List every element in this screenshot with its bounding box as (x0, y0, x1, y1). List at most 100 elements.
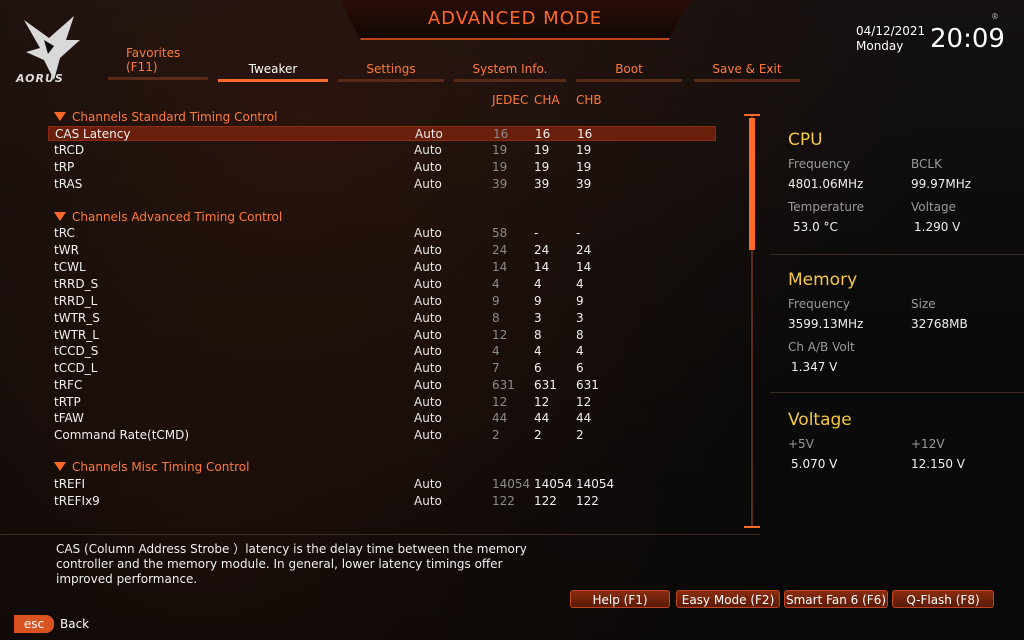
row-setting[interactable]: Auto (414, 378, 442, 393)
tab-favorites[interactable]: Favorites (F11) (108, 46, 208, 80)
row-cha: 6 (534, 361, 542, 375)
cpu-voltage-label: Voltage (911, 200, 957, 214)
row-name: tRRD_L (54, 294, 98, 308)
panel-divider (770, 254, 1024, 255)
esc-key-icon[interactable]: esc (14, 615, 54, 633)
row-jedec: 7 (492, 361, 500, 375)
tab-boot[interactable]: Boot (576, 62, 682, 82)
row-jedec: 12 (492, 395, 508, 409)
timing-row[interactable]: tREFI Auto 14054 14054 14054 (48, 477, 716, 492)
row-name: tRAS (54, 177, 83, 191)
row-setting[interactable]: Auto (414, 226, 442, 241)
row-setting[interactable]: Auto (414, 243, 442, 258)
row-setting[interactable]: Auto (414, 411, 442, 426)
timing-row[interactable]: tRTP Auto 12 12 12 (48, 395, 716, 410)
row-name: tRFC (54, 378, 83, 392)
row-cha: 631 (534, 378, 557, 392)
cpu-bclk-value: 99.97MHz (911, 177, 972, 191)
voltage-5v-label: +5V (788, 437, 814, 451)
row-name: tCWL (54, 260, 86, 274)
timing-row[interactable]: tRRD_S Auto 4 4 4 (48, 277, 716, 292)
tab-save-exit[interactable]: Save & Exit (694, 62, 800, 82)
row-jedec: 122 (492, 494, 515, 508)
memory-frequency-label: Frequency (788, 297, 850, 311)
tab-favorites-label: Favorites (126, 46, 181, 60)
row-setting[interactable]: Auto (414, 395, 442, 410)
row-cha: 14054 (534, 477, 573, 491)
timing-row[interactable]: tRP Auto 19 19 19 (48, 160, 716, 175)
section-title: Channels Misc Timing Control (72, 460, 250, 474)
row-cha: 39 (534, 177, 550, 191)
row-setting[interactable]: Auto (414, 143, 442, 158)
tab-tweaker[interactable]: Tweaker (218, 62, 328, 82)
row-setting[interactable]: Auto (414, 260, 442, 275)
section-standard-timing[interactable]: Channels Standard Timing Control (54, 110, 277, 124)
scrollbar-thumb[interactable] (749, 118, 755, 250)
row-cha: 2 (534, 428, 542, 442)
row-setting[interactable]: Auto (414, 344, 442, 359)
timing-row[interactable]: tWTR_S Auto 8 3 3 (48, 311, 716, 326)
row-setting[interactable]: Auto (414, 328, 442, 343)
timing-row[interactable]: tRC Auto 58 - - (48, 226, 716, 241)
help-description: CAS (Column Address Strobe ）latency is t… (56, 542, 527, 586)
mode-title: ADVANCED MODE (427, 8, 603, 29)
tab-bar: Favorites (F11) Tweaker Settings System … (0, 46, 800, 86)
row-name: tFAW (54, 411, 84, 425)
tab-settings[interactable]: Settings (338, 62, 444, 82)
row-name: Command Rate(tCMD) (54, 428, 190, 442)
timing-row[interactable]: tWTR_L Auto 12 8 8 (48, 328, 716, 343)
row-cha: 16 (535, 127, 551, 141)
row-setting[interactable]: Auto (414, 361, 442, 376)
timing-row[interactable]: tFAW Auto 44 44 44 (48, 411, 716, 426)
cpu-temperature-label: Temperature (788, 200, 865, 214)
row-setting[interactable]: Auto (414, 177, 442, 192)
timing-row[interactable]: tCCD_L Auto 7 6 6 (48, 361, 716, 376)
row-jedec: 16 (493, 127, 509, 141)
timing-row[interactable]: tREFIx9 Auto 122 122 122 (48, 494, 716, 509)
back-button[interactable]: Back (60, 617, 89, 631)
memory-size-value: 32768MB (911, 317, 968, 331)
help-button[interactable]: Help (F1) (570, 590, 670, 608)
smart-fan-button[interactable]: Smart Fan 6 (F6) (784, 590, 888, 608)
row-setting[interactable]: Auto (415, 127, 443, 142)
row-setting[interactable]: Auto (414, 160, 442, 175)
timing-row[interactable]: tRRD_L Auto 9 9 9 (48, 294, 716, 309)
row-chb: 12 (576, 395, 592, 409)
section-title: Channels Standard Timing Control (72, 110, 278, 124)
timing-row[interactable]: tRCD Auto 19 19 19 (48, 143, 716, 158)
row-name: tWTR_L (54, 328, 99, 342)
row-setting[interactable]: Auto (414, 428, 442, 443)
row-cha: 24 (534, 243, 550, 257)
section-misc-timing[interactable]: Channels Misc Timing Control (54, 460, 249, 474)
row-setting[interactable]: Auto (414, 294, 442, 309)
row-cha: 9 (534, 294, 542, 308)
scrollbar-cap-bottom (744, 526, 760, 528)
section-advanced-timing[interactable]: Channels Advanced Timing Control (54, 210, 282, 224)
row-setting[interactable]: Auto (414, 477, 442, 492)
row-setting[interactable]: Auto (414, 277, 442, 292)
row-chb: 2 (576, 428, 584, 442)
timing-row[interactable]: tRAS Auto 39 39 39 (48, 177, 716, 192)
row-chb: 8 (576, 328, 584, 342)
cpu-frequency-label: Frequency (788, 157, 850, 171)
timing-row[interactable]: tRFC Auto 631 631 631 (48, 378, 716, 393)
q-flash-button[interactable]: Q-Flash (F8) (892, 590, 994, 608)
row-name: CAS Latency (55, 127, 131, 141)
row-jedec: 44 (492, 411, 508, 425)
row-setting[interactable]: Auto (414, 494, 442, 509)
row-jedec: 14054 (492, 477, 531, 491)
timing-row[interactable]: Command Rate(tCMD) Auto 2 2 2 (48, 428, 716, 443)
memory-volt-label: Ch A/B Volt (788, 340, 855, 354)
row-jedec: 4 (492, 344, 500, 358)
timing-row[interactable]: tCWL Auto 14 14 14 (48, 260, 716, 275)
row-setting[interactable]: Auto (414, 311, 442, 326)
tab-system-info[interactable]: System Info. (454, 62, 566, 82)
timing-row[interactable]: tCCD_S Auto 4 4 4 (48, 344, 716, 359)
timing-row[interactable]: tWR Auto 24 24 24 (48, 243, 716, 258)
easy-mode-button[interactable]: Easy Mode (F2) (676, 590, 780, 608)
tab-favorites-key: (F11) (126, 60, 158, 74)
clock: 20:09 (930, 24, 1005, 54)
row-chb: 19 (576, 160, 592, 174)
timing-row[interactable]: CAS Latency Auto 16 16 16 (48, 126, 716, 141)
memory-frequency-value: 3599.13MHz (788, 317, 864, 331)
